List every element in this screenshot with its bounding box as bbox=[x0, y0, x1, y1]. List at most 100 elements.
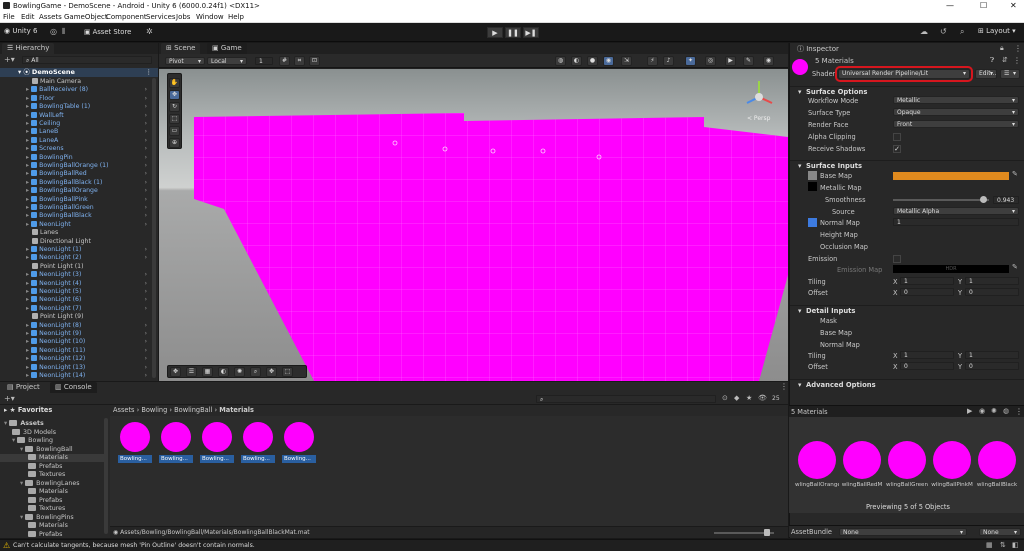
hand-tool-icon[interactable]: ✋ bbox=[169, 78, 180, 88]
surface-inputs-header[interactable]: Surface Inputs bbox=[790, 160, 1024, 171]
menu-window[interactable]: Window bbox=[196, 13, 224, 21]
camera-icon[interactable]: ▶ bbox=[725, 56, 736, 66]
project-tree-item[interactable]: ▾ BowlingBall bbox=[0, 445, 104, 454]
account-button[interactable]: ◉ Unity 6 bbox=[4, 27, 37, 35]
hierarchy-item[interactable]: ▸ NeonLight (7) › bbox=[0, 304, 150, 313]
open-prefab-icon[interactable]: › bbox=[145, 128, 147, 135]
thumbnail-size-thumb[interactable] bbox=[764, 529, 770, 536]
hierarchy-item[interactable]: ▸ NeonLight (9) › bbox=[0, 330, 150, 338]
project-tree-item[interactable]: Textures bbox=[0, 471, 104, 479]
maximize-button[interactable]: ☐ bbox=[980, 1, 987, 10]
project-tree-item[interactable]: Prefabs bbox=[0, 496, 104, 505]
hierarchy-search-input[interactable]: ⌕ All bbox=[22, 56, 152, 64]
hierarchy-item[interactable]: ▸ LaneB › bbox=[0, 128, 150, 136]
emission-color-field[interactable]: HDR bbox=[893, 265, 1009, 273]
open-prefab-icon[interactable]: › bbox=[145, 137, 147, 144]
hierarchy-item[interactable]: ▸ Floor › bbox=[0, 94, 150, 103]
status-message[interactable]: Can't calculate tangents, because mesh '… bbox=[13, 542, 255, 549]
hidden-toggle[interactable]: ◎ bbox=[705, 56, 716, 66]
history-icon[interactable]: ↺ bbox=[940, 27, 947, 36]
open-prefab-icon[interactable]: › bbox=[145, 145, 147, 152]
layout-dropdown[interactable]: ⊞ Layout ▾ bbox=[978, 27, 1016, 35]
open-prefab-icon[interactable]: › bbox=[145, 246, 147, 253]
hierarchy-item[interactable]: ▸ NeonLight (12) › bbox=[0, 355, 150, 363]
open-prefab-icon[interactable]: › bbox=[145, 347, 147, 354]
render-face-dropdown[interactable]: Front bbox=[893, 120, 1019, 128]
hierarchy-item[interactable]: Directional Light bbox=[0, 237, 150, 246]
project-tree-item[interactable]: Prefabs bbox=[0, 462, 104, 471]
open-prefab-icon[interactable]: › bbox=[145, 170, 147, 177]
metallic-map-slot[interactable] bbox=[808, 182, 817, 191]
open-prefab-icon[interactable]: › bbox=[145, 330, 147, 337]
hierarchy-item[interactable]: ▸ NeonLight (3) › bbox=[0, 271, 150, 279]
user-icon[interactable]: ◎ bbox=[50, 27, 57, 36]
preview-bg-icon[interactable]: ◍ bbox=[1003, 407, 1009, 415]
project-tree-item[interactable]: ▾ BowlingPins bbox=[0, 513, 104, 522]
open-prefab-icon[interactable]: › bbox=[145, 154, 147, 161]
hierarchy-item[interactable]: ▸ NeonLight (2) › bbox=[0, 254, 150, 262]
cloud-icon[interactable]: ☁ bbox=[920, 27, 928, 36]
project-tree-item[interactable]: 3D Models bbox=[0, 428, 104, 437]
hierarchy-item[interactable]: Main Camera bbox=[0, 78, 150, 86]
alpha-clipping-checkbox[interactable] bbox=[893, 133, 901, 141]
hierarchy-item[interactable]: ▸ BallReceiver (8) › bbox=[0, 86, 150, 94]
hierarchy-item[interactable]: ▸ NeonLight (1) › bbox=[0, 246, 150, 254]
surface-type-dropdown[interactable]: Opaque bbox=[893, 108, 1019, 116]
overlay-search-icon[interactable]: ⌕ bbox=[250, 367, 261, 377]
hierarchy-item[interactable]: ▸ BowlingBallBlack › bbox=[0, 212, 150, 220]
hierarchy-item[interactable]: ▸ LaneA › bbox=[0, 136, 150, 145]
project-more-icon[interactable]: ⋮ bbox=[780, 382, 788, 391]
workflow-mode-dropdown[interactable]: Metallic bbox=[893, 96, 1019, 104]
offset-y-field[interactable]: 0 bbox=[965, 288, 1019, 296]
open-prefab-icon[interactable]: › bbox=[145, 86, 147, 93]
hierarchy-item[interactable]: ▸ BowlingBallOrange (1) › bbox=[0, 162, 150, 170]
project-tree-item[interactable]: ▾ BowlingLanes bbox=[0, 479, 104, 488]
open-prefab-icon[interactable]: › bbox=[145, 296, 147, 303]
2d-toggle[interactable]: ⇲ bbox=[621, 56, 632, 66]
scale-tool-icon[interactable]: ⬚ bbox=[169, 114, 180, 124]
persp-label[interactable]: < Persp bbox=[747, 115, 770, 122]
hierarchy-item[interactable]: Point Light (9) bbox=[0, 313, 150, 321]
tab-hierarchy[interactable]: ☰ Hierarchy bbox=[2, 43, 55, 54]
help-icon[interactable]: ❓︎ bbox=[990, 56, 994, 65]
rotate-tool-icon[interactable]: ↻ bbox=[169, 102, 180, 112]
overlay-grid-icon[interactable]: ☰ bbox=[186, 367, 197, 377]
tab-console[interactable]: ▥ Console bbox=[50, 382, 97, 393]
shading-lit-icon[interactable]: ◐ bbox=[571, 56, 582, 66]
project-add-icon[interactable]: +▾ bbox=[4, 394, 15, 403]
close-button[interactable]: ✕ bbox=[1010, 1, 1017, 10]
detail-tiling-x-field[interactable]: 1 bbox=[900, 351, 954, 359]
smoothness-value-field[interactable]: 0.943 bbox=[993, 196, 1019, 204]
preset-icon[interactable]: ⇵ bbox=[1002, 56, 1008, 64]
menu-edit[interactable]: Edit bbox=[21, 13, 35, 21]
local-dropdown[interactable]: Local bbox=[207, 57, 247, 65]
open-prefab-icon[interactable]: › bbox=[145, 364, 147, 371]
breadcrumb-materials[interactable]: Materials bbox=[219, 406, 254, 414]
tab-inspector[interactable]: ⓘ Inspector bbox=[792, 43, 844, 54]
hierarchy-item[interactable]: ▸ NeonLight (11) › bbox=[0, 346, 150, 355]
open-prefab-icon[interactable]: › bbox=[145, 112, 147, 119]
project-search-input[interactable]: ⌕ bbox=[536, 395, 716, 403]
shader-edit-button[interactable]: Edit... bbox=[975, 69, 997, 79]
gear-icon[interactable]: ✲ bbox=[146, 27, 153, 36]
gizmos-icon[interactable]: ◉ bbox=[763, 56, 774, 66]
pivot-dropdown[interactable]: Pivot bbox=[165, 57, 205, 65]
base-color-field[interactable] bbox=[893, 172, 1009, 180]
shading-shaded-icon[interactable]: ◉ bbox=[603, 56, 614, 66]
hierarchy-item[interactable]: ▸ BowlingPin › bbox=[0, 153, 150, 162]
hierarchy-item[interactable]: ▸ WallLeft › bbox=[0, 111, 150, 120]
offset-x-field[interactable]: 0 bbox=[900, 288, 954, 296]
hierarchy-item[interactable]: ▸ Screens › bbox=[0, 145, 150, 153]
hierarchy-item[interactable]: ▸ BowlingTable (1) › bbox=[0, 103, 150, 111]
detail-tiling-y-field[interactable]: 1 bbox=[965, 351, 1019, 359]
project-tree-item[interactable]: Textures bbox=[0, 505, 104, 513]
tiling-y-field[interactable]: 1 bbox=[965, 277, 1019, 285]
scene-viewport[interactable]: ✋ ✥ ↻ ⬚ ▭ ⊕ < Persp ✥ ☰ ▦ ◐ ✺ ⌕ ✥ ⬚ bbox=[159, 69, 788, 381]
normal-map-slot[interactable] bbox=[808, 218, 817, 227]
shader-options-dropdown[interactable]: ☰ bbox=[1000, 69, 1020, 79]
overlay-move-icon[interactable]: ✥ bbox=[170, 367, 181, 377]
menu-jobs[interactable]: Jobs bbox=[176, 13, 190, 21]
open-prefab-icon[interactable]: › bbox=[145, 254, 147, 261]
detail-offset-y-field[interactable]: 0 bbox=[965, 362, 1019, 370]
hierarchy-item[interactable]: Point Light (1) bbox=[0, 262, 150, 271]
